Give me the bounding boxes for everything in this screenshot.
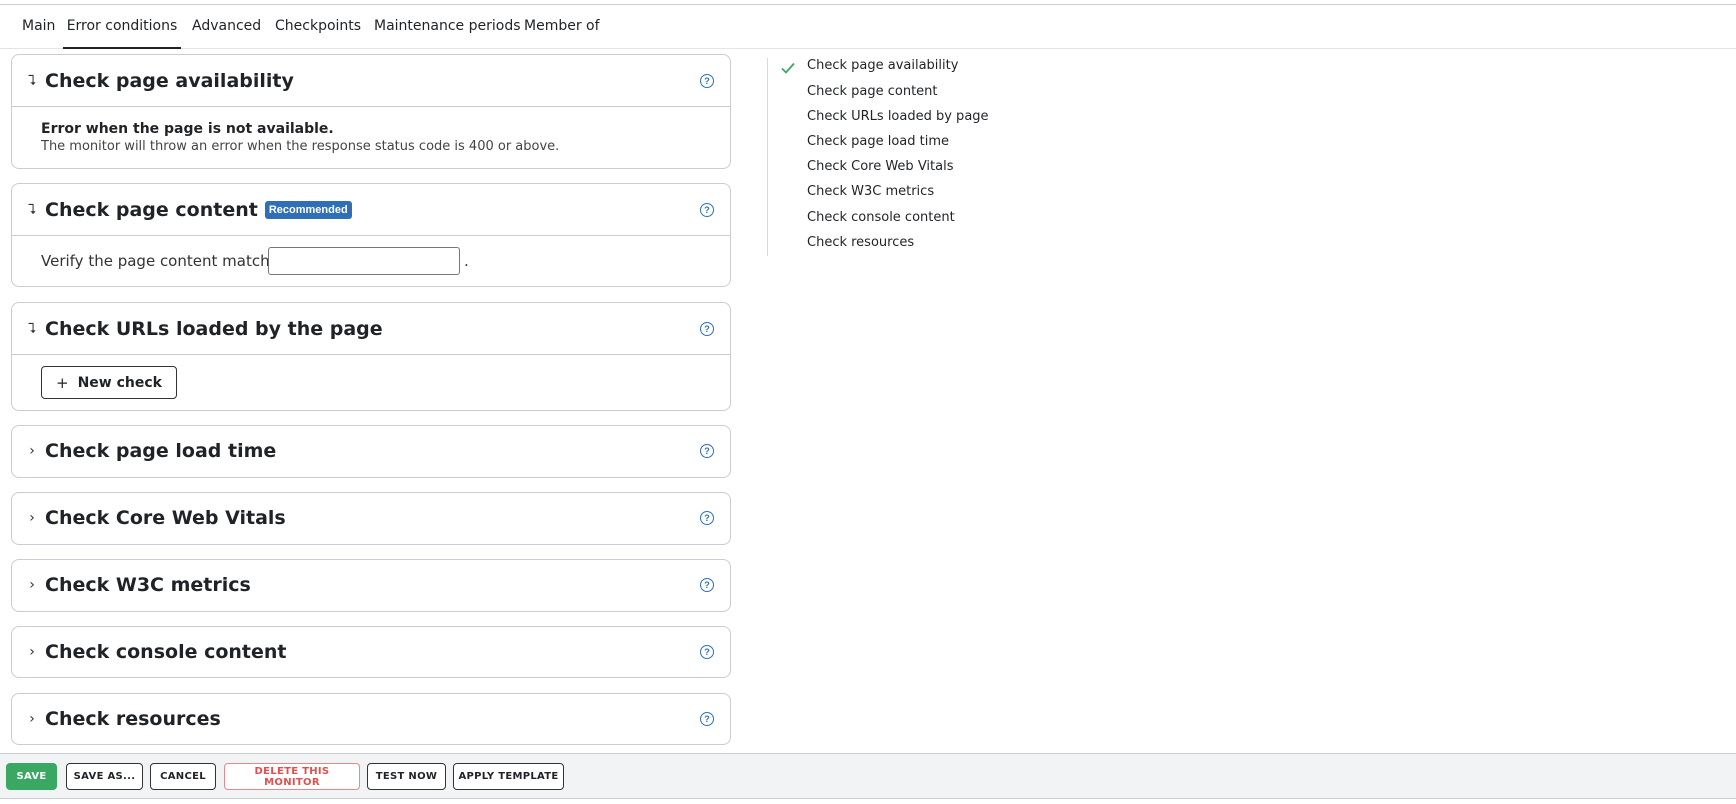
panel-core-web-vitals: › Check Core Web Vitals ? (11, 492, 731, 545)
panel-body: + New check (12, 354, 730, 410)
panel-title: Check page content (45, 198, 258, 221)
action-bar: SAVE SAVE AS... CANCEL DELETE THIS MONIT… (0, 753, 1736, 799)
test-now-button[interactable]: TEST NOW (367, 763, 446, 790)
section-navigation: Check page availability Check page conte… (767, 58, 1007, 256)
help-circle-icon[interactable]: ? (700, 73, 714, 88)
tab-bar: Main Error conditions Advanced Checkpoin… (0, 5, 1736, 49)
panel-console-content: › Check console content ? (11, 626, 731, 678)
panel-title: Check URLs loaded by the page (45, 317, 383, 340)
collapse-toggle-icon[interactable]: ⮧ (24, 184, 40, 235)
sidenav-item-core-web-vitals[interactable]: Check Core Web Vitals (807, 159, 954, 174)
panel-header[interactable]: › Check resources ? (12, 694, 730, 744)
help-circle-icon[interactable]: ? (700, 511, 714, 525)
error-title: Error when the page is not available. (41, 121, 334, 137)
new-check-label: New check (77, 374, 162, 391)
verify-content-input[interactable] (268, 247, 460, 275)
help-circle-icon[interactable]: ? (700, 712, 714, 726)
chevron-right-icon[interactable]: › (24, 694, 40, 744)
verify-content-suffix: . (464, 252, 469, 270)
save-as-button[interactable]: SAVE AS... (66, 763, 143, 790)
panel-title: Check console content (45, 641, 287, 663)
new-check-button[interactable]: + New check (41, 366, 177, 399)
sidenav-item-page-availability[interactable]: Check page availability (807, 58, 958, 73)
panel-title: Check page load time (45, 440, 277, 462)
plus-icon: + (56, 373, 69, 392)
tab-advanced[interactable]: Advanced (192, 5, 261, 49)
save-button[interactable]: SAVE (6, 763, 57, 790)
panel-page-content: ⮧ Check page content Recommended ? Verif… (11, 183, 731, 287)
tab-main[interactable]: Main (22, 5, 55, 49)
panel-header[interactable]: › Check W3C metrics ? (12, 560, 730, 610)
panel-header[interactable]: ⮧ Check page availability ? (12, 55, 730, 106)
chevron-right-icon[interactable]: › (24, 426, 40, 476)
help-circle-icon[interactable]: ? (700, 444, 714, 458)
tab-checkpoints[interactable]: Checkpoints (275, 5, 361, 49)
panel-header[interactable]: › Check Core Web Vitals ? (12, 493, 730, 543)
sidenav-item-page-load-time[interactable]: Check page load time (807, 134, 949, 149)
error-description: The monitor will throw an error when the… (41, 139, 560, 154)
panel-title: Check W3C metrics (45, 574, 251, 596)
cancel-button[interactable]: CANCEL (150, 763, 216, 790)
collapse-toggle-icon[interactable]: ⮧ (24, 55, 40, 106)
panel-resources: › Check resources ? (11, 693, 731, 745)
delete-monitor-button[interactable]: DELETE THIS MONITOR (224, 763, 360, 790)
chevron-right-icon[interactable]: › (24, 627, 40, 677)
help-circle-icon[interactable]: ? (700, 202, 714, 217)
panel-body: Error when the page is not available. Th… (12, 106, 730, 168)
check-icon (781, 62, 795, 74)
panel-urls-loaded: ⮧ Check URLs loaded by the page ? + New … (11, 302, 731, 411)
help-circle-icon[interactable]: ? (700, 645, 714, 659)
panel-header[interactable]: ⮧ Check URLs loaded by the page ? (12, 303, 730, 354)
panel-header[interactable]: › Check console content ? (12, 627, 730, 677)
sidenav-item-page-content[interactable]: Check page content (807, 84, 938, 99)
tab-maintenance-periods[interactable]: Maintenance periods (374, 5, 521, 49)
tab-member-of[interactable]: Member of (524, 5, 600, 49)
sidenav-item-console-content[interactable]: Check console content (807, 210, 955, 225)
sidenav-item-urls-loaded[interactable]: Check URLs loaded by page (807, 109, 989, 124)
collapse-toggle-icon[interactable]: ⮧ (24, 303, 40, 354)
panel-header[interactable]: ⮧ Check page content Recommended ? (12, 184, 730, 235)
panel-body: Verify the page content matches . (12, 235, 730, 286)
tab-error-conditions[interactable]: Error conditions (63, 5, 181, 49)
chevron-right-icon[interactable]: › (24, 560, 40, 610)
panel-w3c-metrics: › Check W3C metrics ? (11, 559, 731, 612)
panel-title: Check resources (45, 708, 221, 730)
apply-template-button[interactable]: APPLY TEMPLATE (453, 763, 564, 790)
sidenav-item-resources[interactable]: Check resources (807, 235, 914, 250)
panel-title-wrapper: Check page content Recommended (45, 184, 352, 235)
panel-title: Check Core Web Vitals (45, 507, 286, 529)
help-circle-icon[interactable]: ? (700, 321, 714, 336)
chevron-right-icon[interactable]: › (24, 493, 40, 543)
panel-page-availability: ⮧ Check page availability ? Error when t… (11, 54, 731, 169)
panel-header[interactable]: › Check page load time ? (12, 426, 730, 476)
recommended-badge: Recommended (264, 200, 352, 219)
panel-page-load-time: › Check page load time ? (11, 425, 731, 478)
verify-content-label: Verify the page content matches (41, 252, 287, 270)
panel-title: Check page availability (45, 69, 294, 92)
sidenav-item-w3c-metrics[interactable]: Check W3C metrics (807, 184, 934, 199)
help-circle-icon[interactable]: ? (700, 578, 714, 592)
